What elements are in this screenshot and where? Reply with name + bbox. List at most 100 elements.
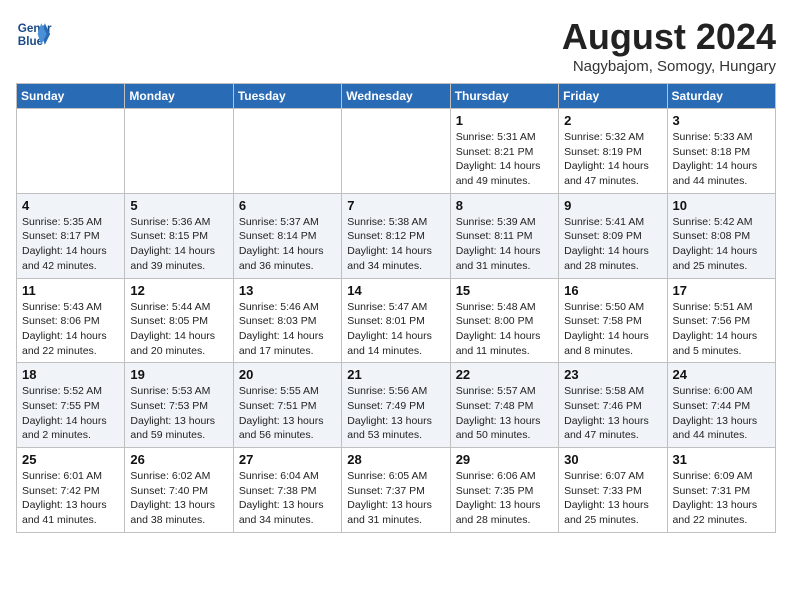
weekday-header-sunday: Sunday — [17, 84, 125, 109]
calendar-cell: 3 Sunrise: 5:33 AMSunset: 8:18 PMDaylight… — [667, 109, 775, 194]
calendar-cell: 5Sunrise: 5:36 AMSunset: 8:15 PMDaylight… — [125, 193, 233, 278]
calendar-cell: 25 Sunrise: 6:01 AMSunset: 7:42 PMDayligh… — [17, 448, 125, 533]
calendar-cell: 24Sunrise: 6:00 AMSunset: 7:44 PMDayligh… — [667, 363, 775, 448]
day-info: Sunrise: 5:57 AMSunset: 7:48 PMDaylight:… — [456, 384, 553, 443]
calendar-cell: 15 Sunrise: 5:48 AMSunset: 8:00 PMDayligh… — [450, 278, 558, 363]
day-number: 25 — [22, 452, 119, 467]
day-number: 4 — [22, 198, 119, 213]
title-block: August 2024 Nagybajom, Somogy, Hungary — [562, 16, 776, 75]
page-header: General Blue August 2024 Nagybajom, Somo… — [16, 16, 776, 75]
day-info: Sunrise: 5:46 AMSunset: 8:03 PMDaylight:… — [239, 300, 336, 359]
day-info: Sunrise: 6:05 AMSunset: 7:37 PMDaylight:… — [347, 469, 444, 528]
day-number: 8 — [456, 198, 553, 213]
day-number: 22 — [456, 367, 553, 382]
day-info: Sunrise: 5:50 AMSunset: 7:58 PMDaylight:… — [564, 300, 661, 359]
calendar-cell: 22 Sunrise: 5:57 AMSunset: 7:48 PMDayligh… — [450, 363, 558, 448]
calendar-cell: 13 Sunrise: 5:46 AMSunset: 8:03 PMDayligh… — [233, 278, 341, 363]
day-number: 19 — [130, 367, 227, 382]
weekday-header-wednesday: Wednesday — [342, 84, 450, 109]
day-info: Sunrise: 5:44 AMSunset: 8:05 PMDaylight:… — [130, 300, 227, 359]
calendar-cell: 16 Sunrise: 5:50 AMSunset: 7:58 PMDayligh… — [559, 278, 667, 363]
calendar-cell — [125, 109, 233, 194]
day-number: 26 — [130, 452, 227, 467]
day-info: Sunrise: 5:33 AMSunset: 8:18 PMDaylight:… — [673, 130, 770, 189]
day-number: 1 — [456, 113, 553, 128]
day-info: Sunrise: 6:04 AMSunset: 7:38 PMDaylight:… — [239, 469, 336, 528]
day-info: Sunrise: 5:36 AMSunset: 8:15 PMDaylight:… — [130, 215, 227, 274]
calendar-cell: 30Sunrise: 6:07 AMSunset: 7:33 PMDayligh… — [559, 448, 667, 533]
calendar-cell: 7 Sunrise: 5:38 AMSunset: 8:12 PMDaylight… — [342, 193, 450, 278]
day-info: Sunrise: 5:43 AMSunset: 8:06 PMDaylight:… — [22, 300, 119, 359]
calendar-cell: 9 Sunrise: 5:41 AMSunset: 8:09 PMDaylight… — [559, 193, 667, 278]
day-number: 18 — [22, 367, 119, 382]
calendar-week-row: 11Sunrise: 5:43 AMSunset: 8:06 PMDayligh… — [17, 278, 776, 363]
day-info: Sunrise: 5:31 AMSunset: 8:21 PMDaylight:… — [456, 130, 553, 189]
day-info: Sunrise: 5:41 AMSunset: 8:09 PMDaylight:… — [564, 215, 661, 274]
month-title: August 2024 — [562, 16, 776, 58]
day-number: 20 — [239, 367, 336, 382]
day-info: Sunrise: 5:38 AMSunset: 8:12 PMDaylight:… — [347, 215, 444, 274]
calendar-week-row: 1 Sunrise: 5:31 AMSunset: 8:21 PMDaylight… — [17, 109, 776, 194]
day-info: Sunrise: 5:55 AMSunset: 7:51 PMDaylight:… — [239, 384, 336, 443]
weekday-header-tuesday: Tuesday — [233, 84, 341, 109]
calendar-cell — [233, 109, 341, 194]
day-info: Sunrise: 5:56 AMSunset: 7:49 PMDaylight:… — [347, 384, 444, 443]
weekday-header-friday: Friday — [559, 84, 667, 109]
logo-icon: General Blue — [16, 16, 52, 52]
day-info: Sunrise: 5:39 AMSunset: 8:11 PMDaylight:… — [456, 215, 553, 274]
day-info: Sunrise: 6:09 AMSunset: 7:31 PMDaylight:… — [673, 469, 770, 528]
weekday-header-monday: Monday — [125, 84, 233, 109]
day-number: 16 — [564, 283, 661, 298]
day-number: 3 — [673, 113, 770, 128]
day-info: Sunrise: 5:37 AMSunset: 8:14 PMDaylight:… — [239, 215, 336, 274]
day-number: 27 — [239, 452, 336, 467]
calendar-cell: 28 Sunrise: 6:05 AMSunset: 7:37 PMDayligh… — [342, 448, 450, 533]
day-info: Sunrise: 6:00 AMSunset: 7:44 PMDaylight:… — [673, 384, 770, 443]
day-info: Sunrise: 5:47 AMSunset: 8:01 PMDaylight:… — [347, 300, 444, 359]
calendar-cell: 17Sunrise: 5:51 AMSunset: 7:56 PMDayligh… — [667, 278, 775, 363]
day-info: Sunrise: 5:48 AMSunset: 8:00 PMDaylight:… — [456, 300, 553, 359]
day-number: 31 — [673, 452, 770, 467]
calendar-cell: 11Sunrise: 5:43 AMSunset: 8:06 PMDayligh… — [17, 278, 125, 363]
calendar-week-row: 25 Sunrise: 6:01 AMSunset: 7:42 PMDayligh… — [17, 448, 776, 533]
weekday-header-saturday: Saturday — [667, 84, 775, 109]
calendar-cell: 10 Sunrise: 5:42 AMSunset: 8:08 PMDayligh… — [667, 193, 775, 278]
calendar-cell — [342, 109, 450, 194]
day-number: 28 — [347, 452, 444, 467]
calendar-cell: 18Sunrise: 5:52 AMSunset: 7:55 PMDayligh… — [17, 363, 125, 448]
calendar-cell: 26 Sunrise: 6:02 AMSunset: 7:40 PMDayligh… — [125, 448, 233, 533]
calendar-cell: 14Sunrise: 5:47 AMSunset: 8:01 PMDayligh… — [342, 278, 450, 363]
day-info: Sunrise: 6:01 AMSunset: 7:42 PMDaylight:… — [22, 469, 119, 528]
day-info: Sunrise: 6:06 AMSunset: 7:35 PMDaylight:… — [456, 469, 553, 528]
calendar-cell: 31 Sunrise: 6:09 AMSunset: 7:31 PMDayligh… — [667, 448, 775, 533]
day-number: 12 — [130, 283, 227, 298]
day-number: 30 — [564, 452, 661, 467]
calendar-cell: 2 Sunrise: 5:32 AMSunset: 8:19 PMDaylight… — [559, 109, 667, 194]
calendar-table: SundayMondayTuesdayWednesdayThursdayFrid… — [16, 83, 776, 533]
day-info: Sunrise: 6:02 AMSunset: 7:40 PMDaylight:… — [130, 469, 227, 528]
day-number: 6 — [239, 198, 336, 213]
calendar-cell: 29Sunrise: 6:06 AMSunset: 7:35 PMDayligh… — [450, 448, 558, 533]
day-info: Sunrise: 5:58 AMSunset: 7:46 PMDaylight:… — [564, 384, 661, 443]
calendar-cell — [17, 109, 125, 194]
day-number: 15 — [456, 283, 553, 298]
logo: General Blue — [16, 16, 52, 52]
weekday-header-thursday: Thursday — [450, 84, 558, 109]
calendar-week-row: 18Sunrise: 5:52 AMSunset: 7:55 PMDayligh… — [17, 363, 776, 448]
day-info: Sunrise: 5:32 AMSunset: 8:19 PMDaylight:… — [564, 130, 661, 189]
day-number: 10 — [673, 198, 770, 213]
day-number: 21 — [347, 367, 444, 382]
day-number: 7 — [347, 198, 444, 213]
day-number: 2 — [564, 113, 661, 128]
day-number: 9 — [564, 198, 661, 213]
calendar-cell: 21 Sunrise: 5:56 AMSunset: 7:49 PMDayligh… — [342, 363, 450, 448]
calendar-cell: 19Sunrise: 5:53 AMSunset: 7:53 PMDayligh… — [125, 363, 233, 448]
day-number: 13 — [239, 283, 336, 298]
location-title: Nagybajom, Somogy, Hungary — [562, 58, 776, 75]
day-info: Sunrise: 5:42 AMSunset: 8:08 PMDaylight:… — [673, 215, 770, 274]
calendar-cell: 12 Sunrise: 5:44 AMSunset: 8:05 PMDayligh… — [125, 278, 233, 363]
day-number: 23 — [564, 367, 661, 382]
calendar-week-row: 4 Sunrise: 5:35 AMSunset: 8:17 PMDaylight… — [17, 193, 776, 278]
day-info: Sunrise: 5:35 AMSunset: 8:17 PMDaylight:… — [22, 215, 119, 274]
day-info: Sunrise: 5:51 AMSunset: 7:56 PMDaylight:… — [673, 300, 770, 359]
